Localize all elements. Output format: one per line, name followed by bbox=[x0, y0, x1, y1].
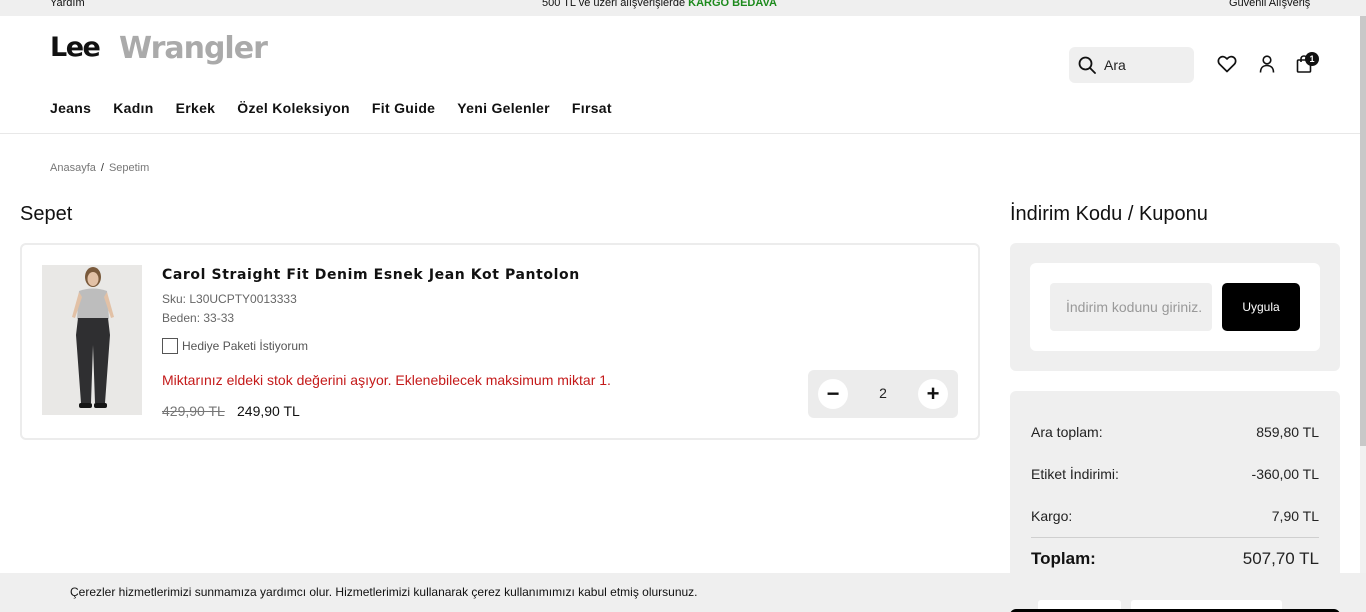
gift-wrap-label: Hediye Paketi İstiyorum bbox=[182, 339, 309, 353]
nav-item-kadin[interactable]: Kadın bbox=[113, 100, 153, 116]
coupon-form: Uygula bbox=[1030, 263, 1320, 351]
scrollbar-thumb[interactable] bbox=[1360, 16, 1366, 446]
coupon-title: İndirim Kodu / Kuponu bbox=[1010, 203, 1208, 225]
summary-divider bbox=[1031, 537, 1319, 538]
shipping-row: Kargo: 7,90 TL bbox=[1031, 508, 1319, 524]
nav-item-firsat[interactable]: Fırsat bbox=[572, 100, 612, 116]
coupon-panel: Uygula bbox=[1010, 243, 1340, 371]
page-scrollbar[interactable] bbox=[1360, 16, 1366, 612]
cart-item: Carol Straight Fit Denim Esnek Jean Kot … bbox=[20, 243, 980, 440]
gift-wrap-option[interactable]: Hediye Paketi İstiyorum bbox=[162, 338, 308, 354]
discount-row: Etiket İndirimi: -360,00 TL bbox=[1031, 466, 1319, 482]
apply-coupon-button[interactable]: Uygula bbox=[1222, 283, 1300, 331]
free-shipping-banner: 500 TL ve üzeri alışverişlerde KARGO BED… bbox=[542, 0, 777, 10]
search-box[interactable] bbox=[1069, 47, 1194, 83]
discount-label: Etiket İndirimi: bbox=[1031, 466, 1119, 482]
decrease-quantity-button[interactable]: − bbox=[818, 379, 848, 409]
sale-price: 249,90 TL bbox=[237, 403, 300, 419]
search-icon bbox=[1078, 56, 1096, 74]
nav-item-ozel-koleksiyon[interactable]: Özel Koleksiyon bbox=[237, 100, 350, 116]
subtotal-label: Ara toplam: bbox=[1031, 424, 1103, 440]
nav-item-erkek[interactable]: Erkek bbox=[176, 100, 216, 116]
original-price: 429,90 TL bbox=[162, 403, 225, 419]
cookie-banner: Çerezler hizmetlerimizi sunmamıza yardım… bbox=[0, 573, 1366, 612]
nav-item-fit-guide[interactable]: Fit Guide bbox=[372, 100, 435, 116]
help-link[interactable]: Yardım bbox=[50, 0, 85, 10]
shipping-value: 7,90 TL bbox=[1271, 508, 1319, 524]
nav-item-jeans[interactable]: Jeans bbox=[50, 100, 91, 116]
subtotal-value: 859,80 TL bbox=[1256, 424, 1319, 440]
quantity-value: 2 bbox=[879, 385, 887, 401]
breadcrumb: Anasayfa / Sepetim bbox=[50, 162, 149, 174]
product-sku: Sku: L30UCPTY0013333 bbox=[162, 292, 297, 306]
heart-icon[interactable] bbox=[1217, 55, 1237, 73]
search-input[interactable] bbox=[1104, 47, 1189, 83]
site-header: Lee Wrangler Jeans Kadın Erkek Özel Kole… bbox=[0, 16, 1366, 134]
lee-logo[interactable]: Lee bbox=[50, 32, 101, 63]
product-name[interactable]: Carol Straight Fit Denim Esnek Jean Kot … bbox=[162, 267, 580, 283]
breadcrumb-current: Sepetim bbox=[108, 162, 150, 174]
discount-value: -360,00 TL bbox=[1251, 466, 1319, 482]
stock-warning: Miktarınız eldeki stok değerini aşıyor. … bbox=[162, 372, 611, 388]
quantity-stepper: − 2 + bbox=[808, 370, 958, 418]
cookie-text: Çerezler hizmetlerimizi sunmamıza yardım… bbox=[70, 585, 698, 599]
product-illustration bbox=[42, 265, 142, 415]
product-size: Beden: 33-33 bbox=[162, 311, 235, 325]
shipping-label: Kargo: bbox=[1031, 508, 1073, 524]
user-icon[interactable] bbox=[1259, 55, 1275, 73]
wrangler-logo[interactable]: Wrangler bbox=[119, 31, 268, 66]
increase-quantity-button[interactable]: + bbox=[918, 379, 948, 409]
product-image[interactable] bbox=[42, 265, 142, 415]
gift-wrap-checkbox[interactable] bbox=[162, 338, 178, 354]
free-shipping-highlight: KARGO BEDAVA bbox=[688, 0, 777, 9]
cart-title: Sepet bbox=[20, 203, 73, 225]
free-shipping-text: 500 TL ve üzeri alışverişlerde bbox=[542, 0, 686, 9]
coupon-code-input[interactable] bbox=[1050, 283, 1212, 331]
nav-item-yeni-gelenler[interactable]: Yeni Gelenler bbox=[457, 100, 550, 116]
subtotal-row: Ara toplam: 859,80 TL bbox=[1031, 424, 1319, 440]
total-label: Toplam: bbox=[1031, 549, 1096, 568]
breadcrumb-separator: / bbox=[100, 162, 104, 174]
total-value: 507,70 TL bbox=[1242, 549, 1319, 568]
main-nav: Jeans Kadın Erkek Özel Koleksiyon Fit Gu… bbox=[50, 100, 612, 116]
breadcrumb-home[interactable]: Anasayfa bbox=[50, 162, 96, 174]
secure-shopping-link[interactable]: Güvenli Alışveriş bbox=[1229, 0, 1310, 10]
cart-count-badge: 1 bbox=[1305, 52, 1319, 66]
total-row: Toplam: 507,70 TL bbox=[1031, 549, 1319, 569]
announcement-bar: Yardım 500 TL ve üzeri alışverişlerde KA… bbox=[0, 0, 1366, 16]
